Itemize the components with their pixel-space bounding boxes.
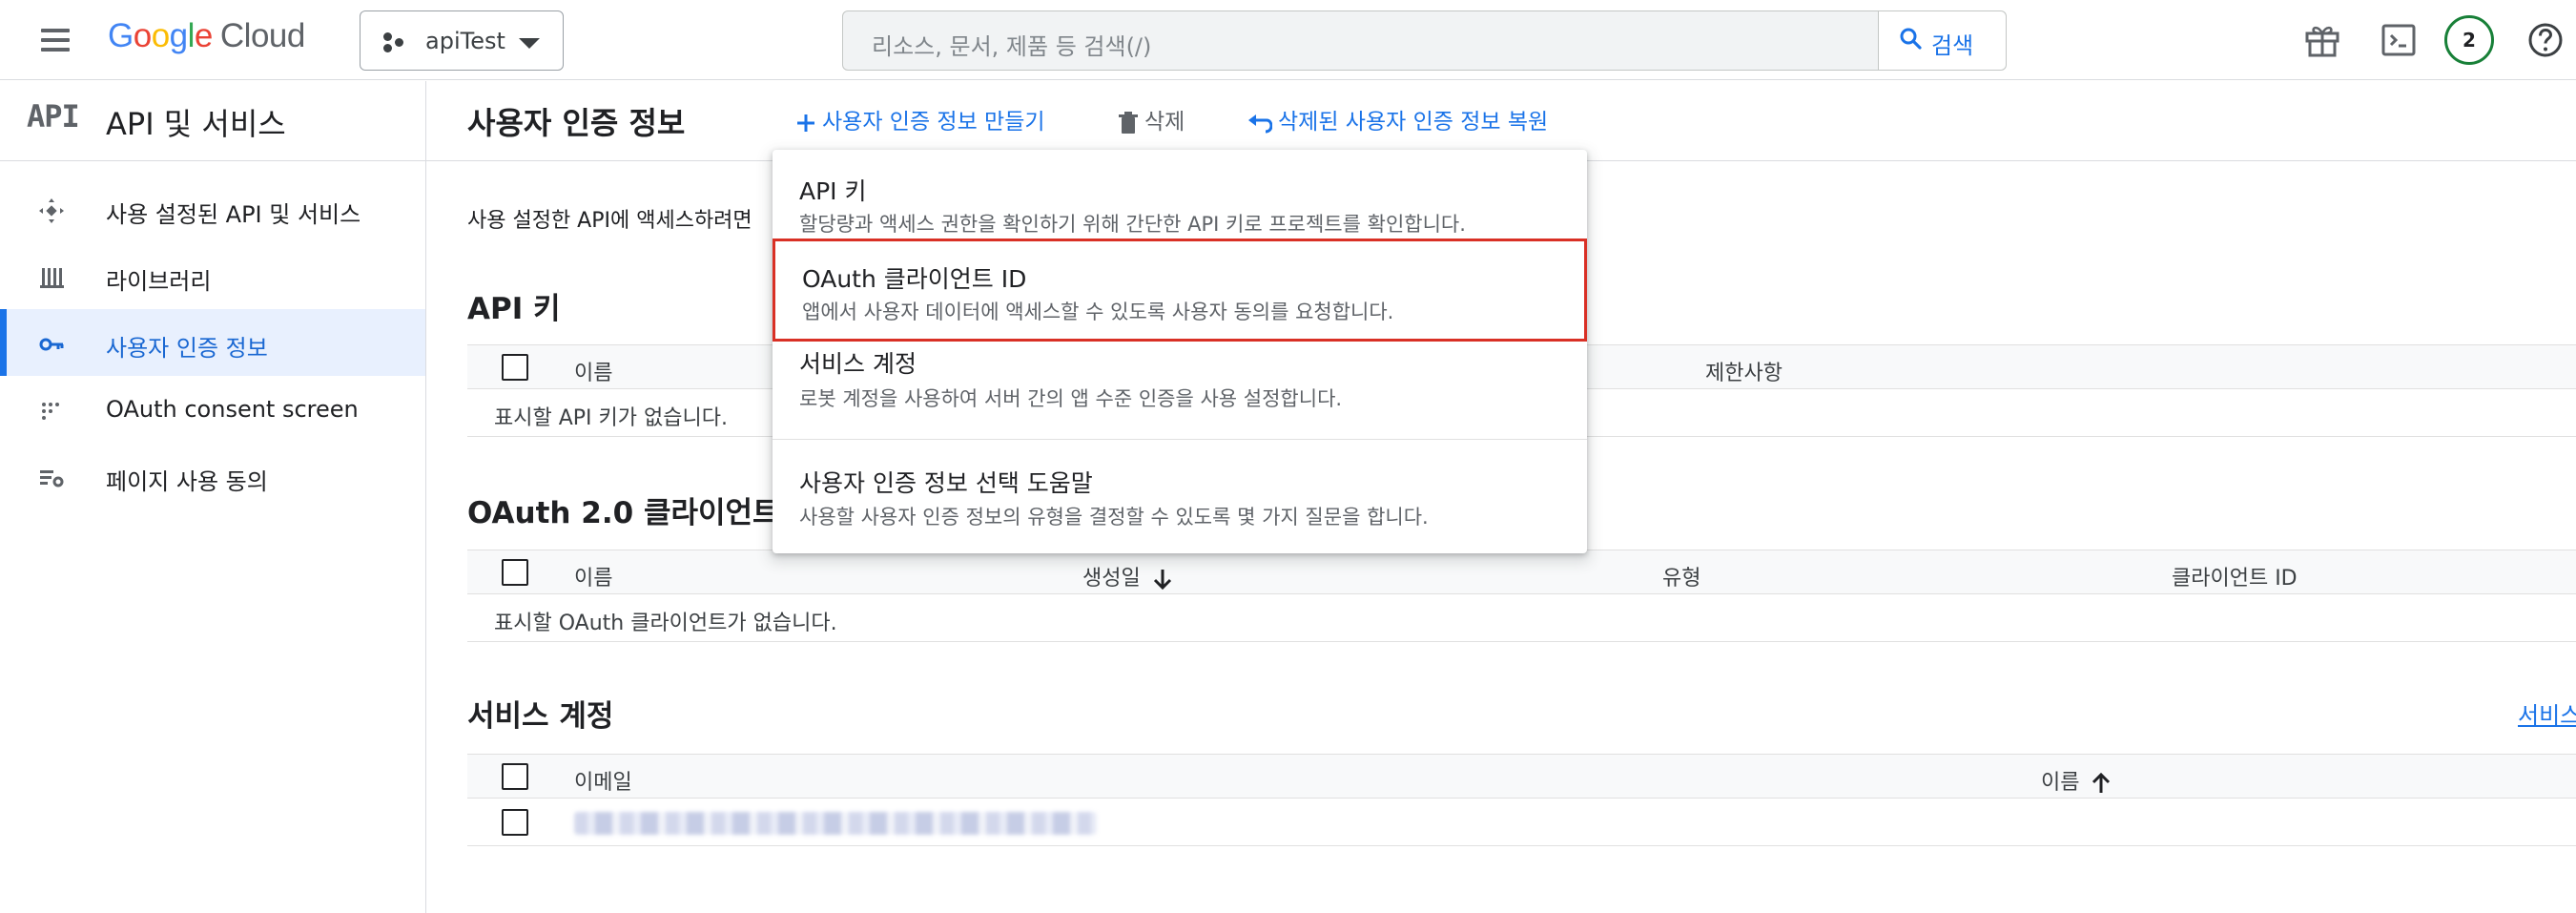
menu-item-description: 할당량과 액세스 권한을 확인하기 위해 간단한 API 키로 프로젝트를 확인… (799, 213, 1466, 236)
menu-item-title: OAuth 클라이언트 ID (802, 265, 1027, 293)
sidebar-item-oauth-consent[interactable]: OAuth consent screen (0, 376, 425, 443)
empty-message: 표시할 OAuth 클라이언트가 없습니다. (494, 612, 837, 635)
column-header-client-id[interactable]: 클라이언트 ID (2172, 561, 2298, 591)
search-button[interactable]: 검색 (1878, 11, 2006, 70)
menu-item-api-key[interactable]: API 키 할당량과 액세스 권한을 확인하기 위해 간단한 API 키로 프로… (773, 159, 1587, 243)
undo-icon (1248, 114, 1272, 133)
sidebar-header: API API 및 서비스 (0, 81, 425, 161)
column-header-name[interactable]: 이름 (2041, 765, 2112, 796)
create-credentials-button[interactable]: 사용자 인증 정보 만들기 (795, 103, 1045, 137)
redacted-email (574, 812, 1097, 835)
delete-button[interactable]: 삭제 (1118, 103, 1185, 137)
cloud-shell-icon[interactable] (2376, 17, 2421, 63)
api-keys-title: API 키 (467, 292, 561, 326)
trash-icon (1119, 111, 1138, 134)
plus-icon (797, 114, 814, 132)
api-logo-icon: API (27, 98, 80, 135)
gift-icon[interactable] (2299, 17, 2345, 63)
sort-ascending-icon (2092, 772, 2111, 793)
create-credentials-label: 사용자 인증 정보 만들기 (822, 110, 1045, 135)
project-name: apiTest (425, 28, 505, 54)
consent-dots-icon (42, 403, 59, 420)
delete-label: 삭제 (1144, 110, 1185, 135)
search-input[interactable]: 리소스, 문서, 제품 등 검색(/) (872, 28, 1151, 61)
help-icon[interactable] (2523, 17, 2568, 63)
oauth-empty-row: 표시할 OAuth 클라이언트가 없습니다. (467, 594, 2576, 642)
column-header-restrictions[interactable]: 제한사항 (1705, 356, 1783, 386)
menu-item-description: 사용할 사용자 인증 정보의 유형을 결정할 수 있도록 몇 가지 질문을 합니… (799, 506, 1429, 529)
intro-text: 사용 설정한 API에 액세스하려면 (467, 209, 752, 233)
settings-list-icon (40, 470, 64, 488)
search-icon (1900, 28, 1922, 50)
oauth-table-header: 이름 생성일 유형 클라이언트 ID (467, 550, 2576, 594)
menu-item-service-account[interactable]: 서비스 계정 로봇 계정을 사용하여 서버 간의 앱 수준 인증을 사용 설정합… (773, 343, 1587, 437)
sidebar-item-library[interactable]: 라이브러리 (0, 242, 425, 309)
sidebar-item-label: 페이지 사용 동의 (106, 468, 268, 495)
create-credentials-menu: API 키 할당량과 액세스 권한을 확인하기 위해 간단한 API 키로 프로… (773, 150, 1587, 553)
sidebar-title: API 및 서비스 (106, 106, 286, 142)
menu-item-help-me-choose[interactable]: 사용자 인증 정보 선택 도움말 사용할 사용자 인증 정보의 유형을 결정할 … (773, 441, 1587, 546)
select-all-checkbox[interactable] (502, 559, 528, 586)
dropdown-caret-icon (519, 38, 540, 49)
select-all-checkbox[interactable] (502, 354, 528, 381)
menu-item-description: 앱에서 사용자 데이터에 액세스할 수 있도록 사용자 동의를 요청합니다. (802, 301, 1394, 323)
restore-label: 삭제된 사용자 인증 정보 복원 (1278, 110, 1549, 135)
table-row[interactable] (467, 799, 2576, 846)
search-bar[interactable]: 리소스, 문서, 제품 등 검색(/) 검색 (842, 10, 2007, 71)
sort-descending-icon (1153, 570, 1171, 591)
menu-item-description: 로봇 계정을 사용하여 서버 간의 앱 수준 인증을 사용 설정합니다. (799, 387, 1343, 410)
menu-item-oauth-client-id[interactable]: OAuth 클라이언트 ID 앱에서 사용자 데이터에 액세스할 수 있도록 사… (773, 239, 1587, 342)
manage-service-accounts-link[interactable]: 서비스 (2518, 696, 2576, 730)
sidebar-item-page-usage[interactable]: 페이지 사용 동의 (0, 443, 425, 509)
menu-item-title: API 키 (799, 177, 867, 205)
page-title: 사용자 인증 정보 (467, 105, 686, 141)
sidebar-item-credentials[interactable]: 사용자 인증 정보 (0, 309, 425, 376)
service-accounts-title: 서비스 계정 (467, 699, 614, 734)
sidebar-item-label: 사용 설정된 API 및 서비스 (106, 201, 361, 228)
column-header-created[interactable]: 생성일 (1082, 561, 1173, 591)
column-header-email[interactable]: 이메일 (574, 765, 632, 796)
key-icon (39, 338, 64, 351)
select-all-checkbox[interactable] (502, 763, 528, 790)
notifications-badge[interactable]: 2 (2444, 15, 2494, 65)
service-accounts-table-header: 이메일 이름 (467, 754, 2576, 799)
library-icon (40, 268, 64, 288)
sidebar-item-enabled-apis[interactable]: 사용 설정된 API 및 서비스 (0, 176, 425, 242)
menu-item-title: 서비스 계정 (799, 350, 917, 378)
google-cloud-logo[interactable]: Google Cloud (108, 17, 305, 55)
column-header-name[interactable]: 이름 (574, 561, 612, 591)
row-checkbox[interactable] (502, 809, 528, 836)
sidebar-item-label: OAuth consent screen (106, 396, 359, 423)
column-header-name[interactable]: 이름 (574, 356, 612, 386)
search-button-label: 검색 (1931, 32, 1974, 59)
top-app-bar: Google Cloud apiTest 리소스, 문서, 제품 등 검색(/) … (0, 0, 2576, 80)
oauth-clients-title: OAuth 2.0 클라이언트 I (467, 496, 801, 530)
main-menu-button[interactable] (36, 23, 78, 57)
sidebar-item-label: 라이브러리 (106, 268, 212, 295)
project-icon (383, 32, 406, 53)
column-header-type[interactable]: 유형 (1662, 561, 1700, 591)
api-diamond-icon (39, 198, 64, 223)
menu-item-title: 사용자 인증 정보 선택 도움말 (799, 469, 1093, 497)
restore-deleted-button[interactable]: 삭제된 사용자 인증 정보 복원 (1247, 103, 1548, 137)
sidebar: API API 및 서비스 사용 설정된 API 및 서비스 라이브러리 사용자… (0, 81, 426, 913)
empty-message: 표시할 API 키가 없습니다. (494, 406, 728, 430)
project-picker[interactable]: apiTest (360, 10, 564, 71)
sidebar-item-label: 사용자 인증 정보 (106, 335, 268, 362)
menu-divider (773, 439, 1587, 440)
